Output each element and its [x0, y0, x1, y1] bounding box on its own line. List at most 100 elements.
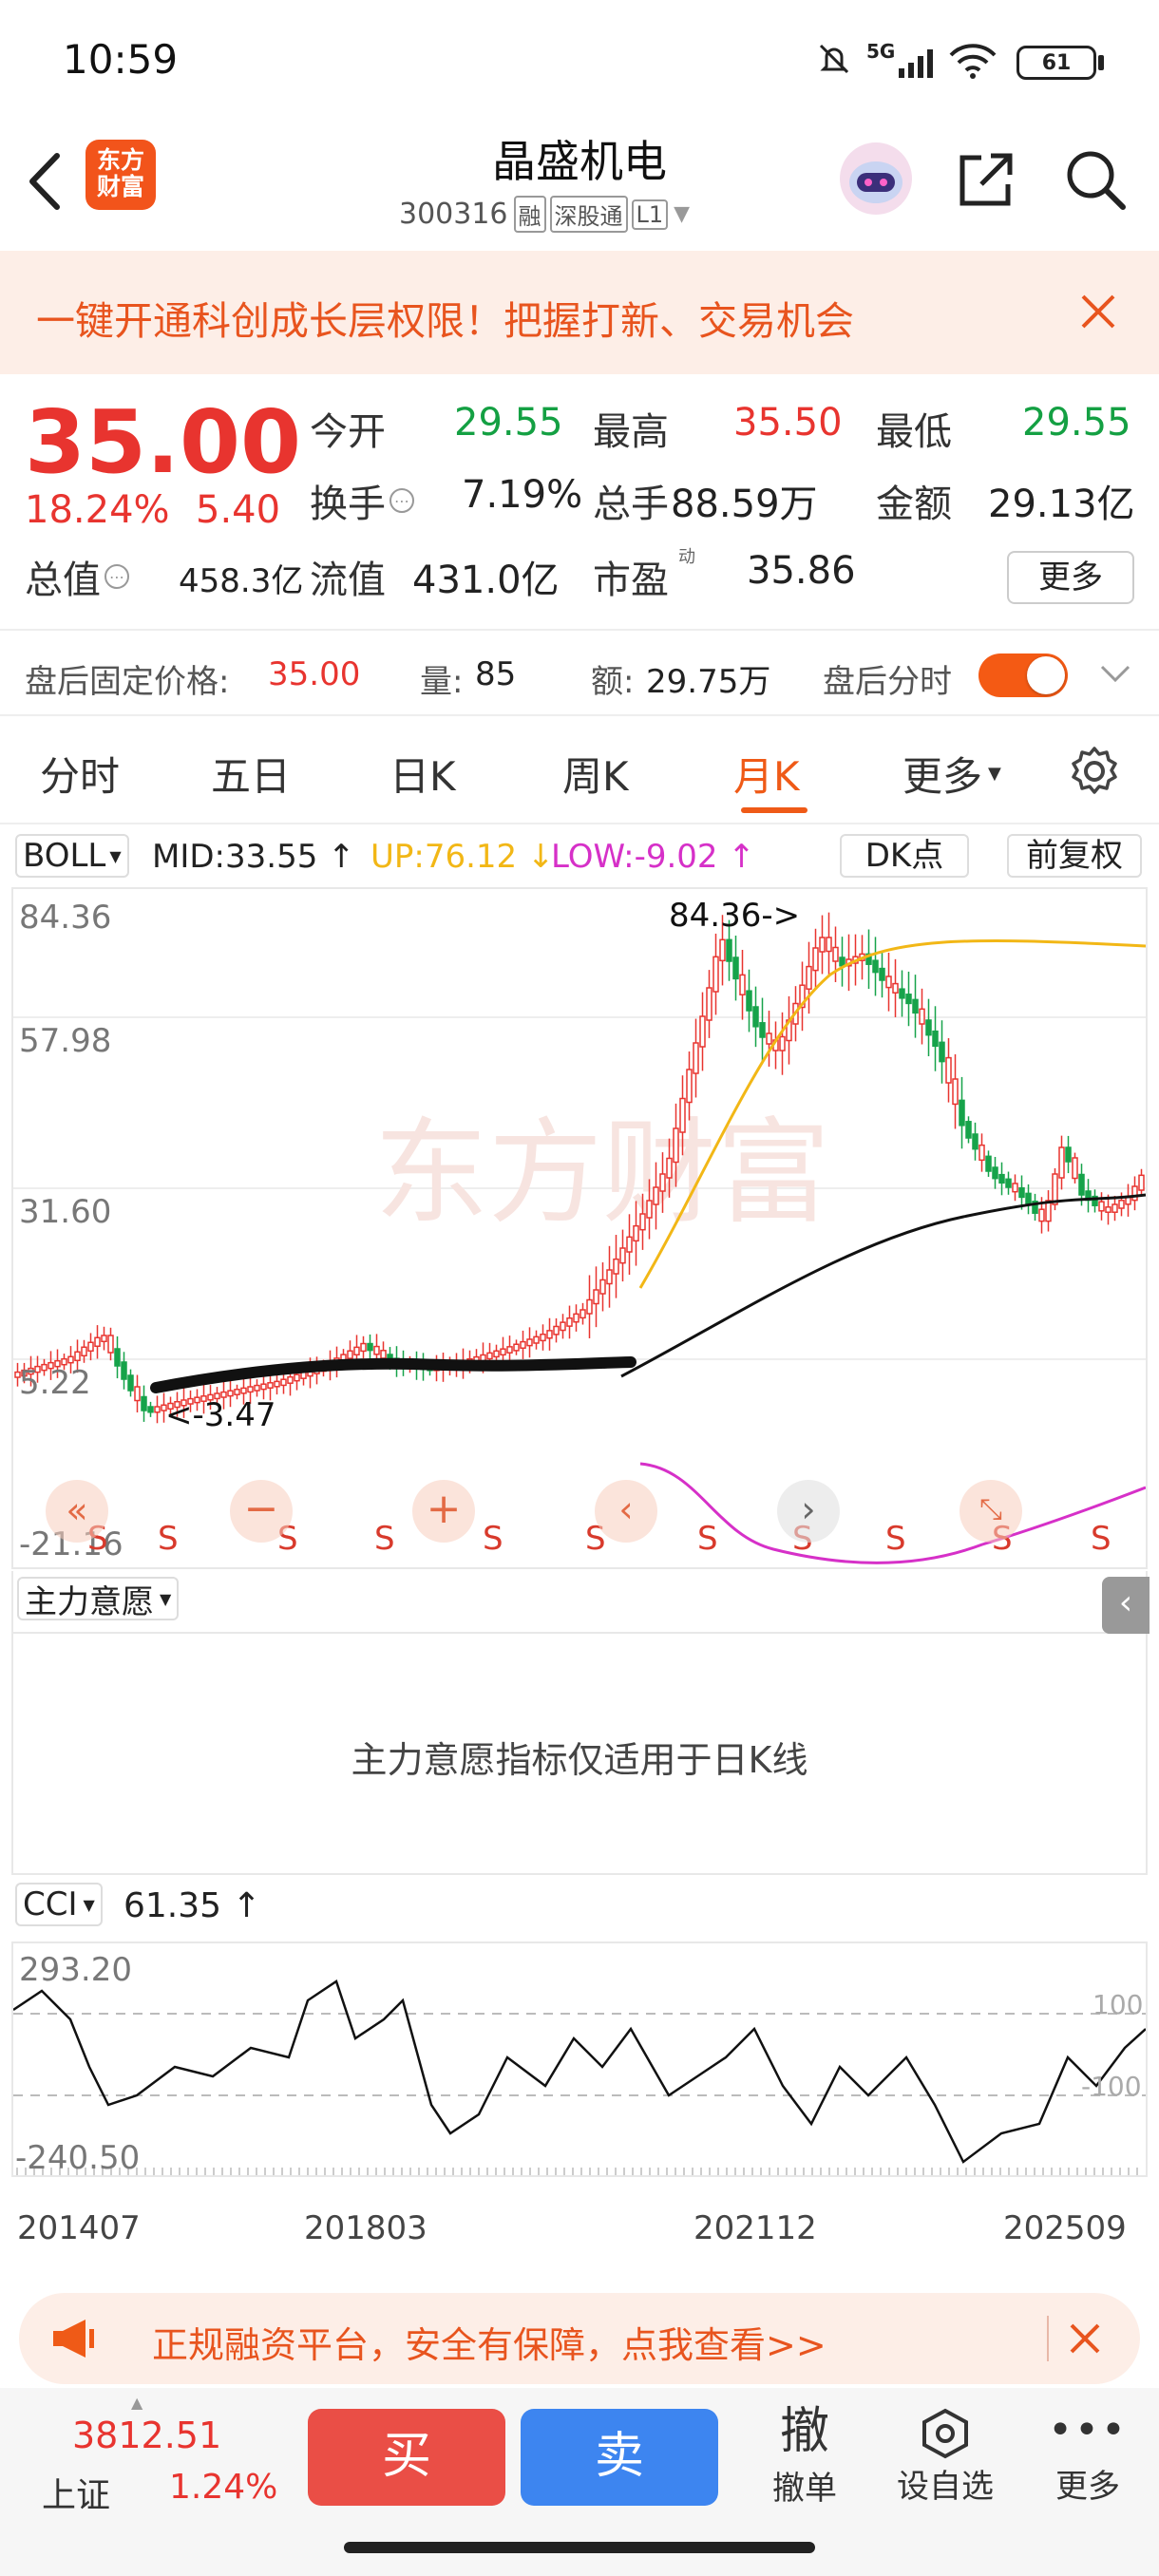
- candle-body: [526, 1338, 533, 1347]
- cci-select[interactable]: CCI ▼: [15, 1883, 103, 1926]
- megaphone-icon: [49, 2318, 97, 2359]
- candle-body: [832, 946, 839, 962]
- tab-5day[interactable]: 五日: [211, 745, 291, 803]
- fullscreen-button[interactable]: ⤡: [960, 1480, 1022, 1543]
- scroll-start-button[interactable]: «: [46, 1480, 108, 1543]
- candle-body: [260, 1383, 267, 1391]
- kline-chart[interactable]: 东方财富 84.36 57.98 31.60 5.22 -21.16 84.36…: [11, 887, 1148, 1569]
- candle-body: [666, 1157, 673, 1179]
- candle-body: [712, 956, 719, 993]
- candle-body: [513, 1343, 520, 1352]
- after-hours-price-label: 盘后固定价格:: [25, 663, 230, 701]
- chevron-down-icon[interactable]: [1096, 659, 1134, 688]
- candle-body: [240, 1387, 247, 1394]
- candle-body: [739, 974, 746, 995]
- cancel-icon: 撤: [779, 2403, 829, 2460]
- index-value[interactable]: 3812.51: [72, 2415, 221, 2456]
- candle-body: [912, 998, 919, 1014]
- after-hours-vol: 85: [475, 655, 517, 693]
- field-high-value: 35.50: [733, 401, 843, 445]
- candle-body: [978, 1144, 985, 1162]
- collapse-panel-button[interactable]: ‹: [1102, 1577, 1150, 1634]
- tab-more[interactable]: 更多 ▼: [902, 745, 1001, 803]
- buy-button[interactable]: 买: [308, 2409, 505, 2506]
- candle-body: [1052, 1173, 1058, 1205]
- signal-s: S: [483, 1520, 504, 1558]
- candle-body: [806, 965, 812, 990]
- info-icon[interactable]: ⋯: [390, 488, 414, 513]
- dk-point-button[interactable]: DK点: [840, 834, 969, 878]
- candle-body: [294, 1373, 300, 1382]
- settings-icon[interactable]: [1068, 745, 1121, 798]
- index-name[interactable]: 上证: [42, 2468, 110, 2517]
- cancel-order-button[interactable]: 撤 撤单: [752, 2401, 857, 2515]
- candle-body: [287, 1375, 294, 1384]
- candle-body: [353, 1346, 360, 1355]
- after-hours-bar: 盘后固定价格: 35.00 量: 85 额: 29.75万 盘后分时: [0, 629, 1159, 716]
- after-hours-amt-label: 额:: [591, 663, 635, 701]
- candle-body: [107, 1335, 114, 1354]
- field-amount-value: 29.13亿: [988, 483, 1135, 526]
- candle-body: [626, 1236, 633, 1253]
- field-float-value: 431.0亿: [412, 559, 560, 602]
- cci-name: CCI: [23, 1885, 78, 1923]
- signal-s: S: [158, 1520, 179, 1558]
- close-icon[interactable]: [1079, 293, 1117, 331]
- cci-chart-area[interactable]: 293.20 -240.50 100 -100: [11, 1941, 1148, 2177]
- candle-body: [1072, 1157, 1078, 1180]
- caret-down-icon: ▼: [988, 764, 1001, 784]
- index-pct[interactable]: 1.24%: [169, 2468, 277, 2507]
- after-hours-price: 35.00: [268, 655, 361, 693]
- candle-body: [686, 1069, 693, 1104]
- candle-body: [998, 1173, 1005, 1184]
- signal-s: S: [374, 1520, 395, 1558]
- candle-body: [1078, 1173, 1085, 1196]
- caret-down-icon: ▼: [83, 1895, 95, 1914]
- y-tick-1: 84.36: [19, 899, 112, 937]
- more-quote-button[interactable]: 更多: [1007, 551, 1134, 604]
- candle-body: [520, 1340, 526, 1349]
- candle-body: [247, 1386, 254, 1393]
- scroll-right-button[interactable]: ›: [777, 1480, 840, 1543]
- promo-banner[interactable]: 一键开通科创成长层权限！把握打新、交易机会: [0, 251, 1159, 374]
- candle-body: [653, 1186, 659, 1205]
- info-icon[interactable]: ⋯: [104, 564, 129, 589]
- field-mktcap: 总值 ⋯: [25, 549, 129, 604]
- candle-body: [839, 957, 846, 967]
- dropdown-icon[interactable]: ▼: [674, 202, 690, 226]
- tab-daily[interactable]: 日K: [390, 745, 456, 803]
- candle-body: [553, 1325, 560, 1335]
- zlyy-select[interactable]: 主力意愿 ▼: [17, 1577, 180, 1621]
- more-menu-button[interactable]: ••• 更多: [1036, 2401, 1140, 2515]
- scroll-left-button[interactable]: ‹: [595, 1480, 657, 1543]
- ad-banner[interactable]: 正规融资平台，安全有保障，点我查看>>: [19, 2293, 1140, 2384]
- candle-body: [580, 1309, 586, 1319]
- zoom-in-button[interactable]: +: [412, 1480, 475, 1543]
- robot-assistant-icon[interactable]: [838, 141, 914, 217]
- candle-body: [759, 1022, 766, 1038]
- candle-body: [380, 1350, 387, 1359]
- zoom-out-button[interactable]: −: [230, 1480, 293, 1543]
- boll-header: BOLL ▼ MID:33.55 ↑ UP:76.12 ↓ LOW:-9.02 …: [0, 828, 1159, 883]
- index-up-indicator: ▲: [131, 2394, 143, 2412]
- field-high-label: 最高: [593, 410, 669, 454]
- candle-body: [619, 1247, 626, 1264]
- field-pe-label: 市盈: [593, 559, 669, 602]
- candle-body: [885, 975, 892, 989]
- search-icon[interactable]: [1064, 148, 1129, 213]
- after-hours-toggle[interactable]: [978, 653, 1068, 697]
- sell-button[interactable]: 卖: [521, 2409, 718, 2506]
- tab-monthly[interactable]: 月K: [733, 745, 800, 803]
- tab-intraday[interactable]: 分时: [40, 745, 120, 803]
- boll-indicator-select[interactable]: BOLL ▼: [15, 834, 129, 878]
- candle-body: [932, 1030, 939, 1048]
- adjust-button[interactable]: 前复权: [1007, 834, 1142, 878]
- candle-body: [945, 1056, 952, 1084]
- add-watchlist-button[interactable]: 设自选: [884, 2401, 1007, 2515]
- candle-body: [613, 1258, 619, 1275]
- cci-y-bottom: -240.50: [15, 2139, 141, 2177]
- candle-body: [347, 1350, 353, 1359]
- tab-weekly[interactable]: 周K: [562, 745, 629, 803]
- share-icon[interactable]: [955, 148, 1017, 211]
- close-icon[interactable]: [1068, 2321, 1102, 2356]
